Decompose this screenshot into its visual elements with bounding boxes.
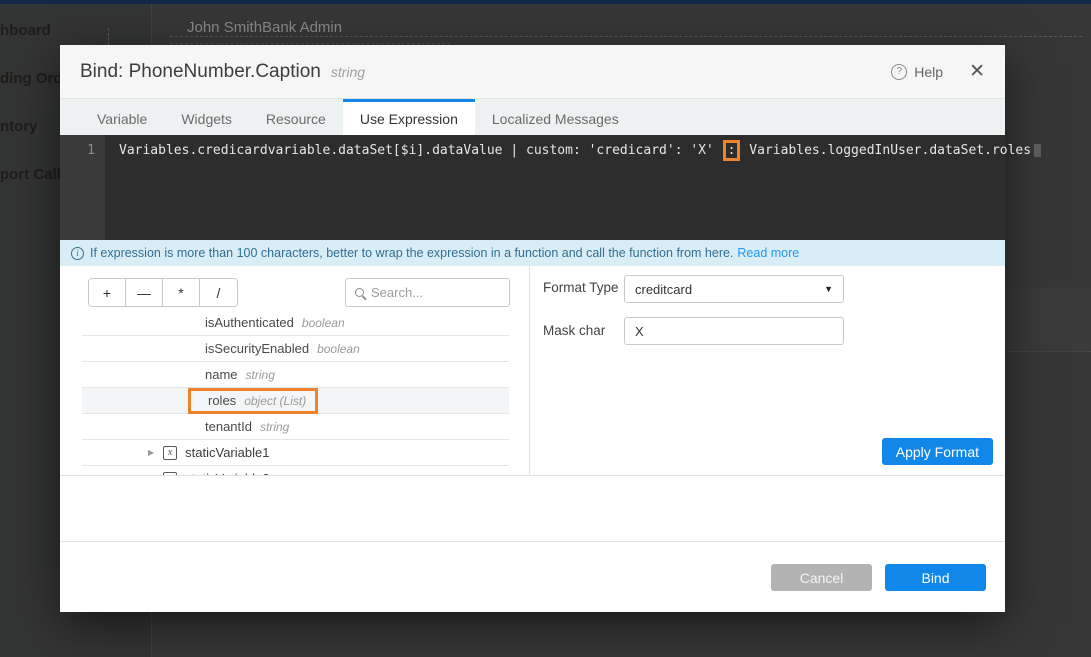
operator-minus-button[interactable]: — xyxy=(126,279,163,306)
editor-gutter: 1 xyxy=(60,135,105,240)
dialog-tabs: VariableWidgetsResourceUse ExpressionLoc… xyxy=(60,99,1005,135)
variables-panel: +—*/ isAuthenticatedbooleanisSecurityEna… xyxy=(60,266,530,475)
operator-plus-button[interactable]: + xyxy=(89,279,126,306)
selected-node-orange-box: roles object (List) xyxy=(188,388,318,414)
tree-row-type: string xyxy=(260,420,289,434)
tree-row-label: staticVariable1 xyxy=(185,445,269,460)
tree-row-tenantid[interactable]: tenantId string xyxy=(82,414,509,440)
tab-use-expression[interactable]: Use Expression xyxy=(343,99,475,135)
variable-icon: x xyxy=(163,446,177,460)
info-text: If expression is more than 100 character… xyxy=(90,246,733,260)
bind-button[interactable]: Bind xyxy=(885,564,986,591)
code-highlight-box: : xyxy=(723,140,741,161)
tree-row-label: tenantId xyxy=(205,419,252,434)
canvas-widget-block xyxy=(1006,287,1091,352)
format-type-value: creditcard xyxy=(635,282,692,297)
sidebar-item-support-calls: port Calls xyxy=(0,166,69,183)
app-page-heading: John SmithBank Admin xyxy=(187,19,342,36)
dialog-title: Bind: PhoneNumber.Caption xyxy=(80,61,321,83)
format-panel: Format Type creditcard ▼ Mask char Apply… xyxy=(530,266,1005,475)
close-icon[interactable]: ✕ xyxy=(969,62,985,81)
tree-row-roles[interactable]: roles object (List) xyxy=(82,388,509,414)
expression-info-banner: i If expression is more than 100 charact… xyxy=(60,240,1005,266)
tab-widgets[interactable]: Widgets xyxy=(164,99,249,135)
tab-variable[interactable]: Variable xyxy=(80,99,164,135)
operator-divide-button[interactable]: / xyxy=(200,279,237,306)
format-type-select[interactable]: creditcard ▼ xyxy=(624,275,844,303)
expand-arrow-icon[interactable]: ▶ xyxy=(148,448,154,457)
tree-row-staticvariable1[interactable]: ▶ x staticVariable1 xyxy=(82,440,509,466)
dialog-title-type: string xyxy=(331,64,365,80)
expression-code-line[interactable]: Variables.credicardvariable.dataSet[$i].… xyxy=(105,135,1041,240)
read-more-link[interactable]: Read more xyxy=(737,246,799,260)
tree-row-label: isSecurityEnabled xyxy=(205,341,309,356)
binding-panel: +—*/ isAuthenticatedbooleanisSecurityEna… xyxy=(60,266,1005,476)
tab-localized-messages[interactable]: Localized Messages xyxy=(475,99,636,135)
tree-row-type: string xyxy=(246,368,275,382)
tree-row-type: boolean xyxy=(317,342,360,356)
tree-row-label: name xyxy=(205,367,238,382)
mask-char-label: Mask char xyxy=(543,323,605,338)
search-icon xyxy=(355,288,364,297)
expression-editor[interactable]: 1 Variables.credicardvariable.dataSet[$i… xyxy=(60,135,1005,240)
tab-resource[interactable]: Resource xyxy=(249,99,343,135)
sidebar-item-dashboard: hboard xyxy=(0,22,51,39)
variables-tree: isAuthenticated boolean isSecurityEnabled b… xyxy=(82,310,509,475)
operator-multiply-button[interactable]: * xyxy=(163,279,200,306)
code-before: Variables.credicardvariable.dataSet[$i].… xyxy=(119,143,722,158)
canvas-dashed-outline-3 xyxy=(108,28,109,45)
tree-row-isauthenticated[interactable]: isAuthenticated boolean xyxy=(82,310,509,336)
tree-row-name[interactable]: name string xyxy=(82,362,509,388)
tree-row-label: roles xyxy=(208,393,236,408)
dialog-header: Bind: PhoneNumber.Caption string ? Help … xyxy=(60,45,1005,99)
search-input[interactable] xyxy=(371,285,500,300)
tree-row-type: boolean xyxy=(302,316,345,330)
tree-row-label: isAuthenticated xyxy=(205,315,294,330)
canvas-dashed-outline xyxy=(170,36,1082,37)
sidebar-item-inventory: ntory xyxy=(0,118,38,135)
search-box[interactable] xyxy=(345,278,510,307)
help-label[interactable]: Help xyxy=(914,64,943,80)
mask-char-input[interactable] xyxy=(624,317,844,345)
info-icon: i xyxy=(71,247,84,260)
tree-row-staticvariable2[interactable]: ▶ x staticVariable2 xyxy=(82,466,509,475)
operator-button-group: +—*/ xyxy=(88,278,238,307)
text-cursor xyxy=(1034,144,1041,157)
variable-icon: x xyxy=(163,472,177,476)
canvas-dashed-outline-2 xyxy=(170,43,450,44)
code-after: Variables.loggedInUser.dataSet.roles xyxy=(741,143,1031,158)
expand-arrow-icon[interactable]: ▶ xyxy=(148,474,154,475)
tree-row-type: object (List) xyxy=(244,394,306,408)
cancel-button[interactable]: Cancel xyxy=(771,564,872,591)
apply-format-button[interactable]: Apply Format xyxy=(882,438,993,465)
dialog-footer: Cancel Bind xyxy=(60,541,1005,612)
tree-row-issecurityenabled[interactable]: isSecurityEnabled boolean xyxy=(82,336,509,362)
bind-dialog: Bind: PhoneNumber.Caption string ? Help … xyxy=(60,45,1005,612)
chevron-down-icon: ▼ xyxy=(824,284,833,294)
line-number: 1 xyxy=(87,143,95,158)
app-top-navbar xyxy=(0,0,1091,4)
help-icon[interactable]: ? xyxy=(891,64,907,80)
format-type-label: Format Type xyxy=(543,280,619,295)
tree-row-label: staticVariable2 xyxy=(185,471,269,475)
